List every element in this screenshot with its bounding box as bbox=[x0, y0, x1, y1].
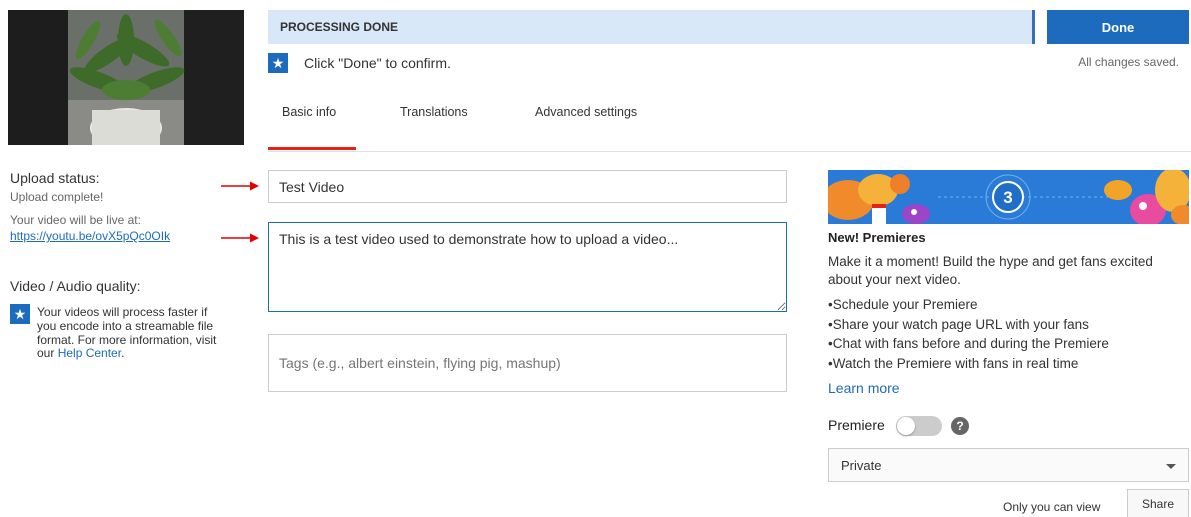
learn-more-link[interactable]: Learn more bbox=[828, 380, 900, 396]
star-icon: ★ bbox=[268, 53, 288, 73]
list-item: Watch the Premiere with fans in real tim… bbox=[828, 354, 1188, 374]
list-item: Chat with fans before and during the Pre… bbox=[828, 334, 1188, 354]
list-item: Schedule your Premiere bbox=[828, 295, 1188, 315]
processing-status-text: PROCESSING DONE bbox=[280, 20, 399, 34]
saved-status-text: All changes saved. bbox=[1078, 55, 1179, 69]
tab-label: Translations bbox=[400, 105, 468, 119]
upload-status-value: Upload complete! bbox=[10, 190, 104, 204]
tab-translations[interactable]: Translations bbox=[400, 105, 468, 151]
tab-advanced-settings[interactable]: Advanced settings bbox=[535, 105, 637, 151]
title-input[interactable] bbox=[268, 170, 787, 203]
caret-down-icon bbox=[1166, 464, 1176, 469]
done-button[interactable]: Done bbox=[1047, 10, 1189, 44]
toggle-knob bbox=[897, 417, 915, 435]
description-textarea[interactable]: This is a test video used to demonstrate… bbox=[268, 222, 787, 312]
privacy-hint: Only you can view bbox=[1003, 500, 1101, 514]
upload-status-heading: Upload status: bbox=[10, 170, 100, 186]
confirm-text: Click "Done" to confirm. bbox=[304, 55, 451, 71]
annotation-arrow-icon bbox=[221, 181, 259, 191]
help-icon[interactable]: ? bbox=[951, 417, 969, 435]
banner-countdown-number: 3 bbox=[1003, 188, 1012, 207]
plant-thumbnail-image bbox=[8, 10, 244, 145]
live-at-text: Your video will be live at: bbox=[10, 213, 141, 227]
premiere-toggle[interactable] bbox=[896, 416, 942, 436]
annotation-arrow-icon bbox=[221, 233, 259, 243]
tab-label: Basic info bbox=[282, 105, 337, 119]
premieres-illustration: 3 bbox=[828, 170, 1189, 224]
privacy-selected-value: Private bbox=[841, 458, 882, 473]
video-thumbnail bbox=[8, 10, 244, 145]
processing-status-bar: PROCESSING DONE bbox=[268, 10, 1035, 44]
help-center-suffix: . bbox=[121, 346, 125, 361]
premieres-title: New! Premieres bbox=[828, 230, 926, 245]
tags-input[interactable] bbox=[268, 334, 787, 392]
premieres-feature-list: Schedule your Premiere Share your watch … bbox=[828, 295, 1188, 373]
quality-info-text: Your videos will process faster if you e… bbox=[37, 305, 217, 361]
tab-bar: Basic info Translations Advanced setting… bbox=[268, 100, 1191, 152]
active-tab-indicator bbox=[268, 147, 356, 150]
premiere-toggle-label: Premiere bbox=[828, 417, 885, 433]
tab-label: Advanced settings bbox=[535, 105, 638, 119]
share-button[interactable]: Share bbox=[1127, 489, 1189, 517]
privacy-dropdown[interactable]: Private bbox=[828, 448, 1189, 482]
list-item: Share your watch page URL with your fans bbox=[828, 315, 1188, 335]
premieres-banner: 3 bbox=[828, 170, 1189, 224]
star-icon: ★ bbox=[10, 304, 30, 324]
help-center-link[interactable]: Help Center bbox=[58, 346, 121, 360]
confirm-row: ★ Click "Done" to confirm. bbox=[268, 52, 451, 74]
video-url-link[interactable]: https://youtu.be/ovX5pQc0OIk bbox=[10, 229, 230, 243]
premieres-description: Make it a moment! Build the hype and get… bbox=[828, 254, 1153, 287]
tab-basic-info[interactable]: Basic info bbox=[282, 105, 336, 151]
quality-heading: Video / Audio quality: bbox=[10, 278, 141, 294]
upload-status-panel: Upload status: Upload complete! Your vid… bbox=[10, 170, 230, 243]
